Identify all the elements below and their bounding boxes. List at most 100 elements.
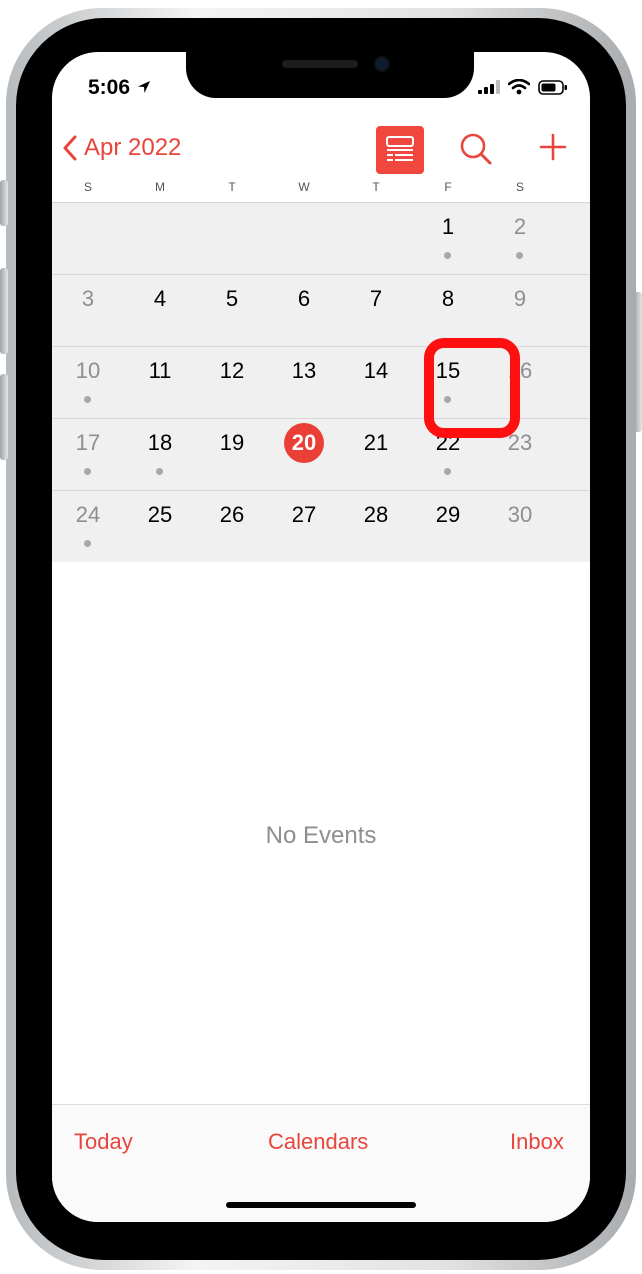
cellular-signal-icon [478, 80, 500, 94]
event-dot [516, 252, 523, 259]
day-number: 5 [225, 286, 239, 311]
day-cell[interactable]: 29 [412, 491, 484, 562]
day-cell[interactable]: 10 [52, 347, 124, 418]
home-indicator[interactable] [226, 1202, 416, 1208]
plus-icon [539, 133, 567, 161]
status-time-text: 5:06 [88, 76, 131, 99]
day-number: 9 [513, 286, 527, 311]
day-cell[interactable]: 14 [340, 347, 412, 418]
search-icon [460, 133, 492, 165]
status-time: 5:06 [88, 76, 152, 100]
empty-day-cell [196, 203, 268, 274]
empty-day-cell [340, 203, 412, 274]
event-dot [444, 468, 451, 475]
day-number: 21 [363, 430, 389, 455]
list-view-button[interactable] [376, 126, 424, 174]
phone-side-button [0, 180, 8, 226]
day-cell[interactable]: 17 [52, 419, 124, 490]
day-number: 1 [441, 214, 455, 239]
day-cell[interactable]: 27 [268, 491, 340, 562]
day-number: 4 [153, 286, 167, 311]
day-number: 26 [219, 502, 245, 527]
day-cell[interactable]: 28 [340, 491, 412, 562]
day-cell[interactable]: 6 [268, 275, 340, 346]
day-number: 10 [75, 358, 101, 383]
day-cell[interactable]: 30 [484, 491, 556, 562]
screen: 5:06 Apr 2022 S M T W T F S 1 2 3 4 5 6 … [52, 52, 590, 1222]
weekday-label: S [83, 180, 92, 194]
back-to-month-button[interactable]: Apr 2022 [62, 134, 181, 162]
day-number: 29 [435, 502, 461, 527]
day-number: 25 [147, 502, 173, 527]
day-cell[interactable]: 18 [124, 419, 196, 490]
day-cell[interactable]: 24 [52, 491, 124, 562]
week-row: 24 25 26 27 28 29 30 [52, 491, 590, 563]
front-camera [376, 58, 388, 70]
day-number: 3 [81, 286, 95, 311]
list-view-icon [386, 136, 414, 161]
calendar-nav-bar: Apr 2022 [52, 122, 590, 182]
event-dot [444, 252, 451, 259]
day-cell[interactable]: 4 [124, 275, 196, 346]
day-number: 17 [75, 430, 101, 455]
day-number: 24 [75, 502, 101, 527]
no-events-message: No Events [265, 822, 377, 849]
empty-day-cell [268, 203, 340, 274]
day-cell[interactable]: 19 [196, 419, 268, 490]
phone-volume-down [0, 374, 8, 460]
day-cell[interactable]: 25 [124, 491, 196, 562]
day-number: 13 [291, 358, 317, 383]
weekday-label: T [228, 180, 236, 194]
day-cell[interactable]: 5 [196, 275, 268, 346]
event-dot [84, 540, 91, 547]
day-number: 28 [363, 502, 389, 527]
day-cell[interactable]: 11 [124, 347, 196, 418]
day-cell[interactable]: 8 [412, 275, 484, 346]
day-number: 27 [291, 502, 317, 527]
weekday-label: S [515, 180, 524, 194]
phone-power-button [634, 292, 642, 432]
weekday-header: S M T W T F S [52, 180, 590, 200]
earpiece-speaker [282, 60, 358, 68]
day-cell[interactable]: 26 [196, 491, 268, 562]
day-cell[interactable]: 13 [268, 347, 340, 418]
day-number: 30 [507, 502, 533, 527]
event-dot [84, 396, 91, 403]
weekday-label: F [444, 180, 452, 194]
add-event-button[interactable] [538, 132, 568, 167]
day-cell[interactable]: 9 [484, 275, 556, 346]
day-cell[interactable]: 2 [484, 203, 556, 274]
today-button[interactable]: Today [74, 1129, 133, 1155]
event-dot [84, 468, 91, 475]
phone-volume-up [0, 268, 8, 354]
empty-day-cell [124, 203, 196, 274]
battery-icon [538, 79, 567, 95]
notch [186, 52, 474, 98]
weekday-label: W [298, 180, 310, 194]
day-cell[interactable]: 21 [340, 419, 412, 490]
day-number: 18 [147, 430, 173, 455]
back-label: Apr 2022 [84, 134, 182, 161]
calendars-button[interactable]: Calendars [268, 1129, 368, 1155]
day-number: 7 [369, 286, 383, 311]
day-number: 6 [297, 286, 311, 311]
chevron-left-icon [63, 135, 77, 161]
search-button[interactable] [458, 132, 494, 173]
status-indicators [478, 79, 568, 95]
inbox-button[interactable]: Inbox [510, 1129, 564, 1155]
day-number: 14 [363, 358, 389, 383]
day-number: 2 [513, 214, 527, 239]
highlight-annotation [424, 338, 520, 438]
day-number: 19 [219, 430, 245, 455]
day-cell[interactable]: 3 [52, 275, 124, 346]
day-cell[interactable]: 20 [268, 419, 340, 490]
event-dot [156, 468, 163, 475]
day-cell[interactable]: 12 [196, 347, 268, 418]
day-number: 11 [148, 358, 172, 383]
day-cell[interactable]: 1 [412, 203, 484, 274]
weekday-label: M [155, 180, 165, 194]
weekday-label: T [372, 180, 380, 194]
day-number: 8 [441, 286, 455, 311]
location-arrow-icon [137, 81, 150, 93]
day-cell[interactable]: 7 [340, 275, 412, 346]
